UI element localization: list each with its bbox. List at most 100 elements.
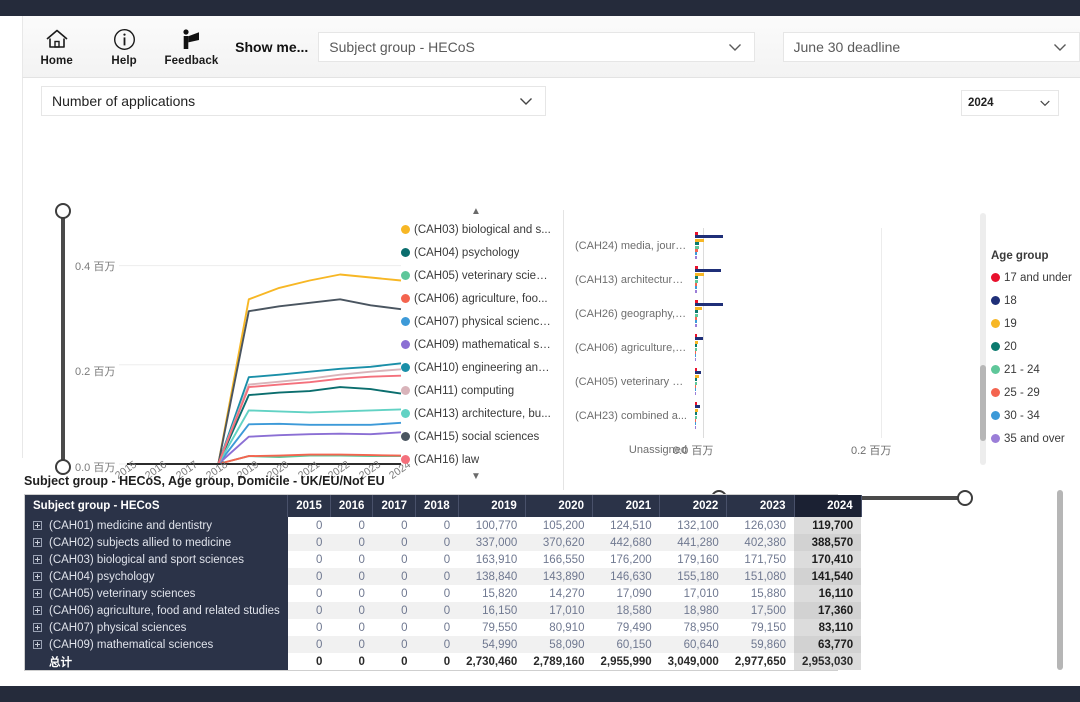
table-cell-value[interactable]: 17,500 (726, 602, 794, 619)
bar-chart-row[interactable]: Unassigned (575, 432, 955, 468)
bar-segment[interactable] (695, 391, 696, 395)
table-cell-value[interactable]: 0 (415, 636, 459, 653)
table-cell-value[interactable]: 0 (287, 619, 331, 636)
bar-segment[interactable] (695, 289, 697, 293)
legend-item-5[interactable]: (CAH09) mathematical sc... (401, 333, 551, 356)
legend-item-3[interactable]: (CAH06) agriculture, foo... (401, 287, 551, 310)
row-expander-icon[interactable] (33, 520, 42, 530)
table-cell-value[interactable]: 179,160 (659, 551, 727, 568)
table-cell-value[interactable]: 63,770 (794, 636, 862, 653)
table-cell-value[interactable]: 0 (372, 636, 416, 653)
table-cell-value[interactable]: 441,280 (659, 534, 727, 551)
table-cell-value[interactable]: 0 (372, 534, 416, 551)
table-cell-value[interactable]: 151,080 (726, 568, 794, 585)
bar-chart-row[interactable]: (CAH05) veterinary sc... (575, 364, 955, 400)
legend-item-6[interactable]: (CAH10) engineering and... (401, 356, 551, 379)
table-cell-value[interactable]: 388,570 (794, 534, 862, 551)
home-button[interactable]: Home (23, 17, 90, 77)
line-chart-value-range-slider[interactable] (55, 203, 71, 475)
table-header-year-2015[interactable]: 2015 (287, 495, 331, 517)
table-header-year-2022[interactable]: 2022 (659, 495, 728, 517)
table-cell-value[interactable]: 0 (372, 602, 416, 619)
legend-item-2[interactable]: (CAH05) veterinary scien... (401, 264, 551, 287)
age-legend-item-0[interactable]: 17 and under (991, 266, 1080, 289)
table-cell-value[interactable]: 15,820 (458, 585, 526, 602)
table-row[interactable]: (CAH05) veterinary sciences 0 0 0 0 15,820 14,… (25, 585, 862, 602)
table-cell-value[interactable]: 138,840 (458, 568, 526, 585)
table-cell-value[interactable]: 0 (372, 619, 416, 636)
table-cell-value[interactable]: 0 (287, 568, 331, 585)
table-cell-value[interactable]: 402,380 (726, 534, 794, 551)
table-cell-value[interactable]: 0 (330, 534, 373, 551)
row-expander-icon[interactable] (33, 571, 42, 581)
table-cell-value[interactable]: 0 (330, 585, 373, 602)
table-cell-value[interactable]: 17,090 (592, 585, 660, 602)
table-cell-value[interactable]: 0 (372, 568, 416, 585)
deadline-dropdown[interactable]: June 30 deadline (782, 31, 1080, 62)
table-cell-value[interactable]: 18,580 (592, 602, 660, 619)
table-header-year-2016[interactable]: 2016 (330, 495, 374, 517)
table-cell-value[interactable]: 59,860 (726, 636, 794, 653)
page-scrollbar-thumb[interactable] (1057, 490, 1063, 670)
table-row[interactable]: (CAH01) medicine and dentistry 0 0 0 0 100,77… (25, 517, 862, 534)
legend-item-0[interactable]: (CAH03) biological and s... (401, 218, 551, 241)
table-cell-value[interactable]: 370,620 (525, 534, 593, 551)
table-header-subject[interactable]: Subject group - HECoS (25, 495, 289, 517)
table-cell-value[interactable]: 83,110 (794, 619, 862, 636)
age-legend-item-3[interactable]: 20 (991, 335, 1080, 358)
table-cell-value[interactable]: 141,540 (794, 568, 862, 585)
feedback-button[interactable]: Feedback (158, 17, 225, 77)
bar-chart-row[interactable]: (CAH26) geography, e... (575, 296, 955, 332)
table-cell-value[interactable]: 0 (372, 551, 416, 568)
bar-chart-row[interactable]: (CAH13) architecture,... (575, 262, 955, 298)
legend-item-8[interactable]: (CAH13) architecture, bu... (401, 402, 551, 425)
table-cell-value[interactable]: 0 (287, 636, 331, 653)
table-cell-value[interactable]: 124,510 (592, 517, 660, 534)
row-expander-icon[interactable] (33, 622, 42, 632)
table-cell-value[interactable]: 0 (330, 619, 373, 636)
table-total-row[interactable]: 总计 0 0 0 0 2,730,460 2,789,160 2,955,990 3,049,0… (25, 653, 862, 670)
table-cell-value[interactable]: 337,000 (458, 534, 526, 551)
table-cell-value[interactable]: 54,990 (458, 636, 526, 653)
age-legend-item-6[interactable]: 30 - 34 (991, 404, 1080, 427)
legend-item-1[interactable]: (CAH04) psychology (401, 241, 551, 264)
table-cell-value[interactable]: 119,700 (794, 517, 862, 534)
table-cell-value[interactable]: 0 (287, 653, 331, 670)
table-cell-value[interactable]: 0 (287, 585, 331, 602)
row-expander-icon[interactable] (33, 605, 42, 615)
table-row[interactable]: (CAH09) mathematical sciences 0 0 0 0 54,990 5… (25, 636, 862, 653)
table-cell-value[interactable]: 15,880 (726, 585, 794, 602)
age-legend-item-2[interactable]: 19 (991, 312, 1080, 335)
table-cell-value[interactable]: 171,750 (726, 551, 794, 568)
table-cell-value[interactable]: 126,030 (726, 517, 794, 534)
table-cell-value[interactable]: 17,360 (794, 602, 862, 619)
table-cell-value[interactable]: 176,200 (592, 551, 660, 568)
legend-item-9[interactable]: (CAH15) social sciences (401, 425, 551, 448)
table-cell-value[interactable]: 0 (330, 602, 373, 619)
triangle-down-icon[interactable]: ▼ (401, 471, 551, 483)
table-cell-value[interactable]: 0 (287, 534, 331, 551)
age-legend-item-7[interactable]: 35 and over (991, 427, 1080, 450)
bar-chart-row[interactable]: (CAH23) combined a... (575, 398, 955, 434)
table-cell-value[interactable]: 0 (415, 619, 459, 636)
table-cell-value[interactable]: 0 (372, 517, 416, 534)
table-cell-value[interactable]: 166,550 (525, 551, 593, 568)
age-legend-scrollbar-thumb[interactable] (980, 365, 986, 441)
table-cell-value[interactable]: 0 (415, 534, 459, 551)
table-cell-value[interactable]: 0 (415, 653, 459, 670)
table-cell-value[interactable]: 0 (415, 517, 459, 534)
table-cell-value[interactable]: 0 (287, 602, 331, 619)
age-legend-item-5[interactable]: 25 - 29 (991, 381, 1080, 404)
table-header-year-2020[interactable]: 2020 (525, 495, 593, 517)
table-cell-value[interactable]: 60,640 (659, 636, 727, 653)
table-cell-value[interactable]: 155,180 (659, 568, 727, 585)
table-cell-value[interactable]: 163,910 (458, 551, 526, 568)
table-cell-value[interactable]: 14,270 (525, 585, 593, 602)
table-cell-value[interactable]: 2,730,460 (458, 653, 526, 670)
table-cell-value[interactable]: 0 (330, 653, 373, 670)
table-row[interactable]: (CAH04) psychology 0 0 0 0 138,840 143,890 146,… (25, 568, 862, 585)
table-cell-value[interactable]: 2,955,990 (592, 653, 660, 670)
bar-segment[interactable] (695, 357, 696, 361)
table-row[interactable]: (CAH07) physical sciences 0 0 0 0 79,550 80,91… (25, 619, 862, 636)
table-header-year-2023[interactable]: 2023 (726, 495, 795, 517)
